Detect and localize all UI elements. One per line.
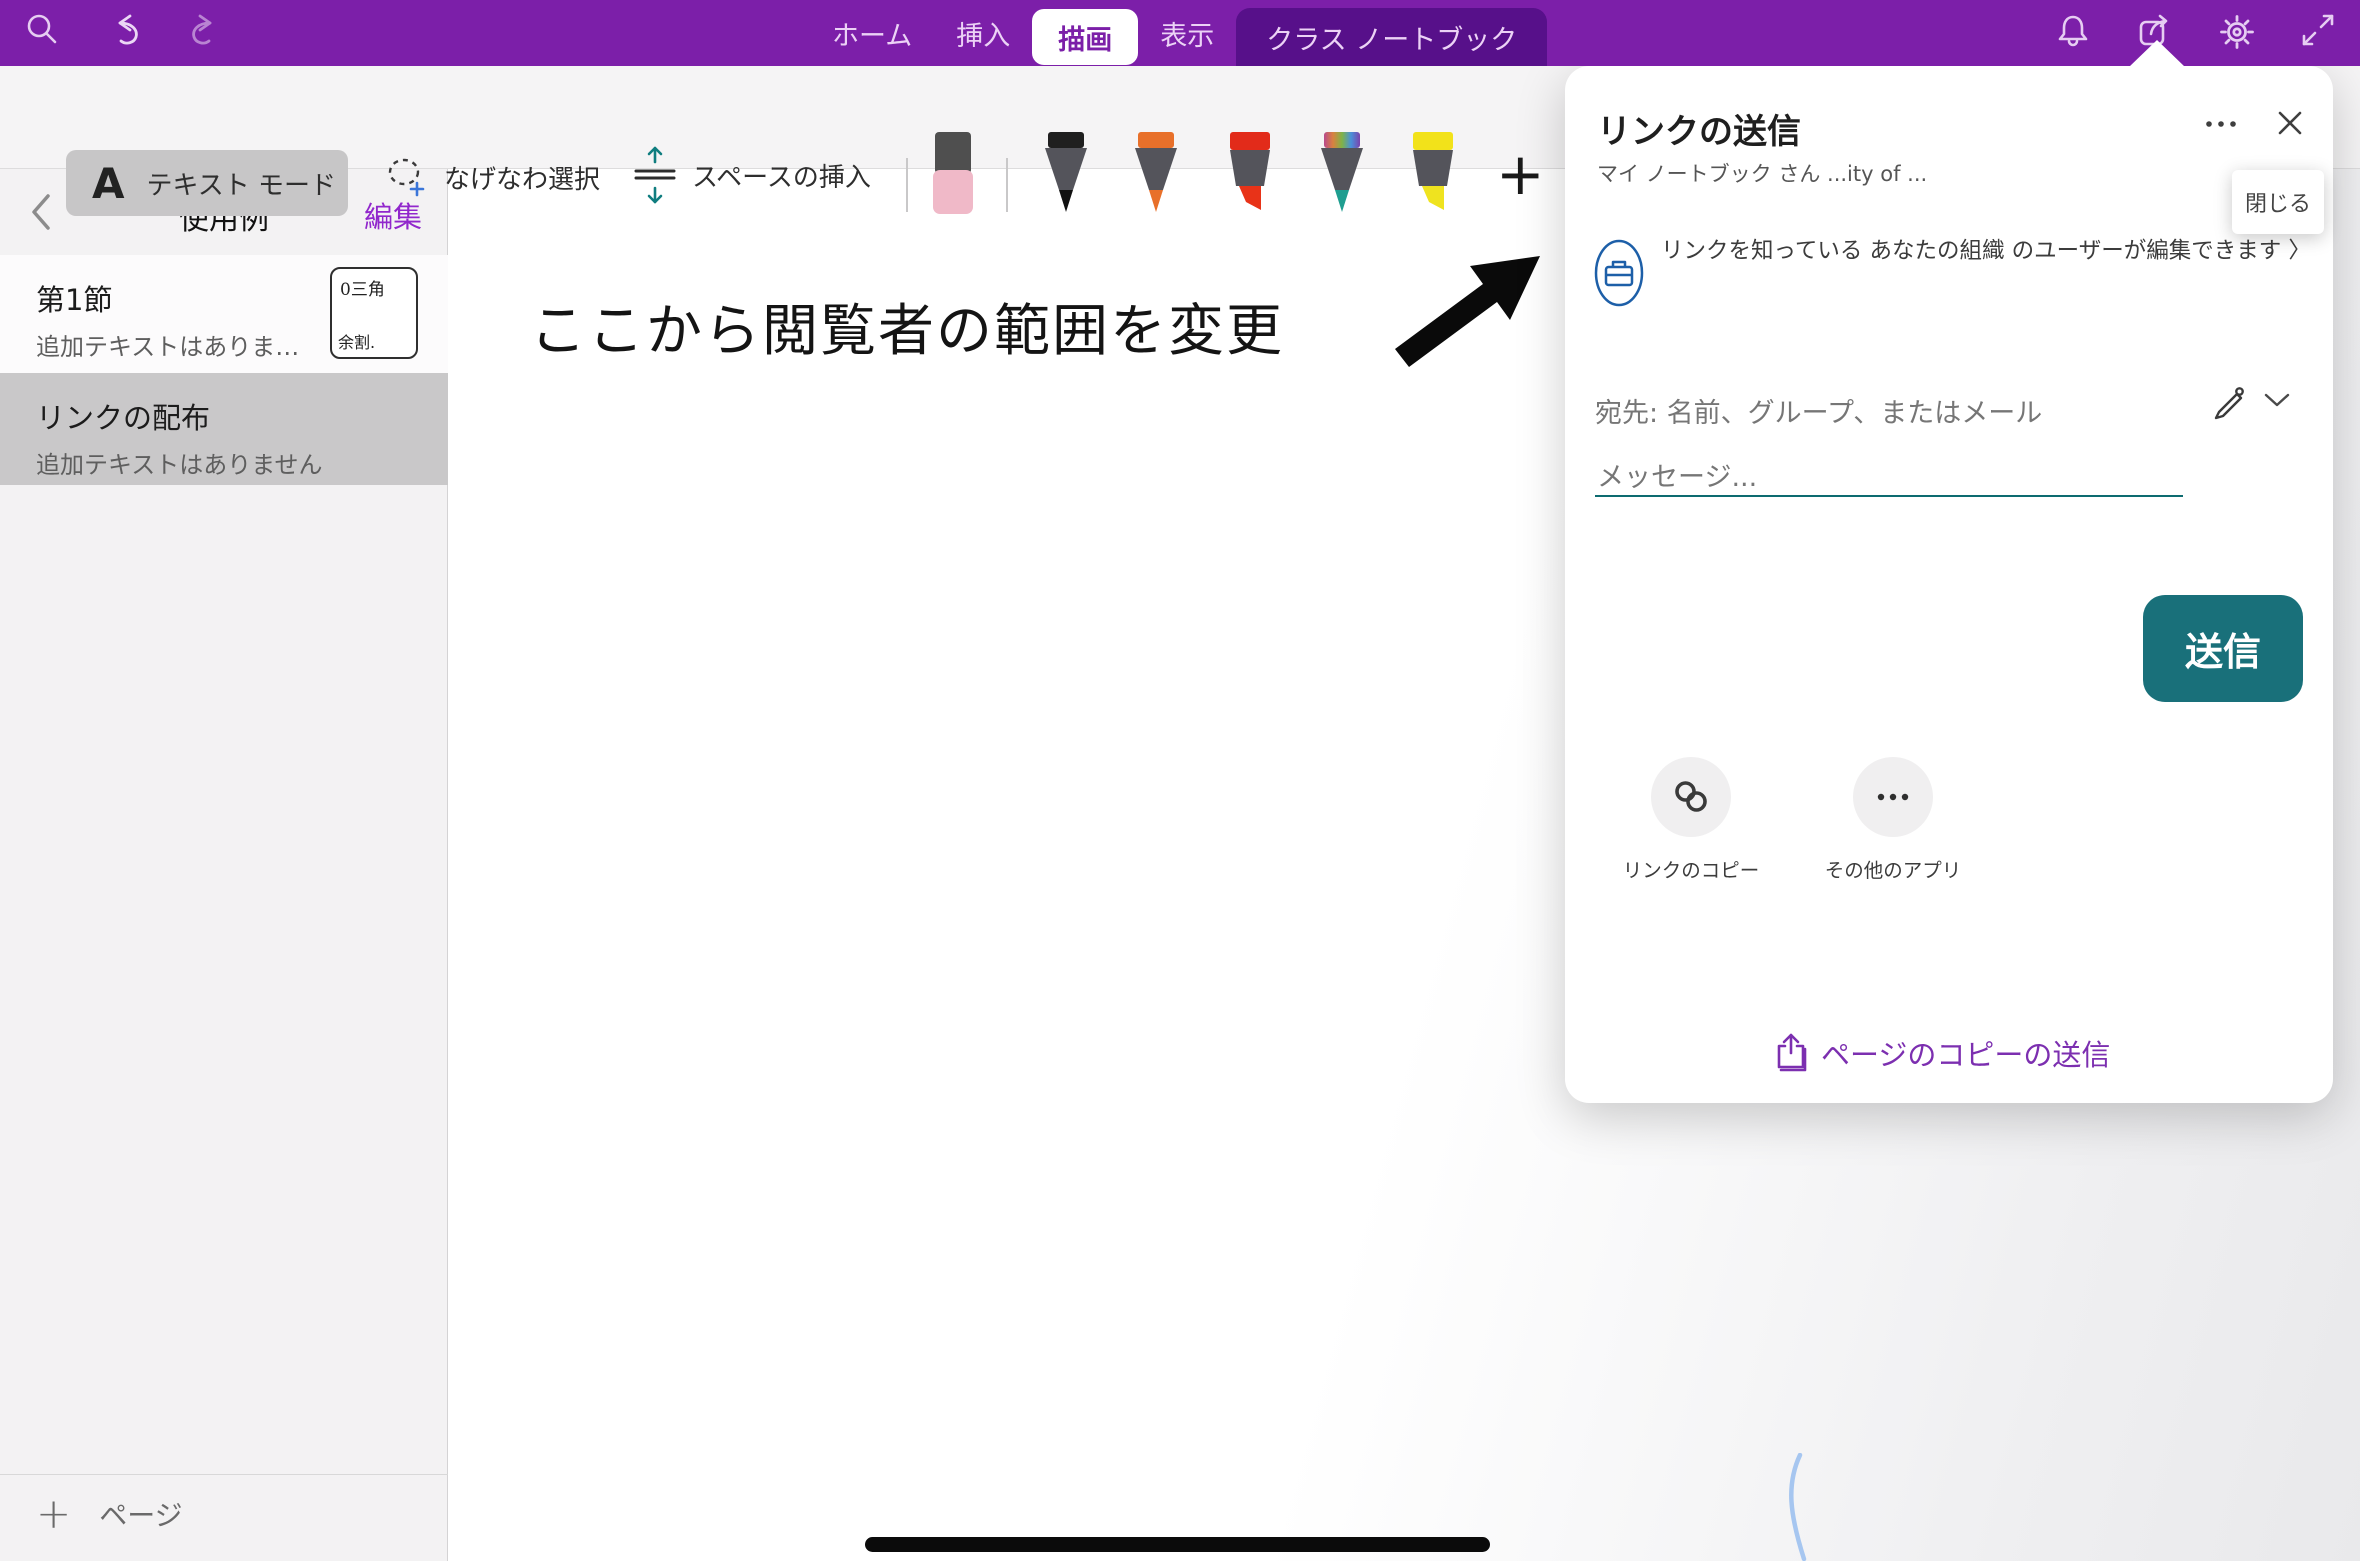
settings-gear-icon[interactable] [2215, 10, 2259, 54]
page-list-item[interactable]: 第1節 追加テキストはありま… 0三角 余割. [0, 255, 448, 373]
undo-icon[interactable] [101, 10, 145, 50]
close-tooltip: 閉じる [2232, 170, 2324, 234]
notebook-subtitle: マイ ノートブック さん ...ity of ... [1597, 158, 1927, 188]
insert-space-button[interactable]: スペースの挿入 [632, 146, 871, 204]
dialog-caret [2129, 40, 2185, 67]
highlighter-yellow-tool[interactable] [1409, 132, 1457, 224]
more-apps-label: その他のアプリ [1783, 854, 2003, 883]
fullscreen-icon[interactable] [2298, 10, 2338, 50]
share-up-icon [1773, 1032, 1809, 1074]
eraser-tool[interactable] [928, 132, 978, 216]
toolbar-divider [1006, 158, 1008, 212]
page-title: 第1節 [36, 277, 112, 319]
tab-draw[interactable]: 描画 [1032, 9, 1138, 65]
copy-link-label: リンクのコピー [1581, 854, 1801, 883]
send-button[interactable]: 送信 [2143, 595, 2303, 702]
note-text: ここから閲覧者の範囲を変更 [530, 286, 1284, 367]
send-link-dialog: リンクの送信 マイ ノートブック さん ...ity of ... リンクを知っ… [1565, 66, 2333, 1103]
tab-view[interactable]: 表示 [1138, 0, 1236, 66]
insert-space-label: スペースの挿入 [692, 157, 871, 194]
plus-icon: + [36, 1493, 71, 1535]
send-page-copy-link[interactable]: ページのコピーの送信 [1773, 1032, 2110, 1074]
more-apps-button[interactable] [1853, 757, 1933, 837]
tab-insert-label: 挿入 [956, 14, 1010, 53]
ink-arrow [1390, 250, 1570, 390]
message-input[interactable] [1595, 448, 2199, 506]
page-subtitle: 追加テキストはありま… [36, 327, 299, 362]
onenote-app: ホーム 挿入 描画 表示 クラス ノートブック A テキスト モード なげなわ選… [0, 0, 2360, 1561]
insert-space-icon [632, 146, 678, 204]
tab-class-notebook[interactable]: クラス ノートブック [1236, 8, 1547, 66]
tab-class-notebook-label: クラス ノートブック [1266, 18, 1517, 57]
tab-draw-label: 描画 [1058, 18, 1112, 57]
copy-link-button[interactable] [1651, 757, 1731, 837]
page-list-item-selected[interactable]: リンクの配布 追加テキストはありません [0, 373, 448, 485]
page-title: リンクの配布 [36, 395, 210, 437]
text-mode-letter: A [92, 159, 125, 208]
page-list-sidebar: 使用例 編集 第1節 追加テキストはありま… 0三角 余割. リンクの配布 追加… [0, 168, 448, 1561]
ink-blue-stroke [1778, 1453, 1808, 1561]
lasso-icon [384, 154, 430, 200]
pen-galaxy-tool[interactable] [1318, 132, 1366, 224]
highlighter-red-tool[interactable] [1226, 132, 1274, 224]
pen-black-tool[interactable] [1042, 132, 1090, 224]
chain-link-icon [1669, 775, 1713, 819]
tab-view-label: 表示 [1160, 14, 1214, 53]
add-pen-button[interactable]: + [1496, 144, 1545, 204]
permission-text: リンクを知っている あなたの組織 のユーザーが編集できます [1661, 238, 2281, 264]
more-options-icon[interactable] [2201, 118, 2241, 130]
edit-button[interactable]: 編集 [364, 194, 422, 236]
chevron-right-icon: 〉 [2288, 238, 2311, 264]
notifications-bell-icon[interactable] [2053, 10, 2093, 52]
permission-setting[interactable]: リンクを知っている あなたの組織 のユーザーが編集できます 〉 [1661, 234, 2313, 269]
pen-orange-tool[interactable] [1132, 132, 1180, 224]
ellipsis-icon [1875, 792, 1911, 802]
toolbar-divider [906, 158, 908, 212]
text-mode-label: テキスト モード [147, 165, 337, 202]
tab-home-label: ホーム [832, 14, 912, 53]
add-page-label: ページ [99, 1494, 182, 1534]
text-mode-button[interactable]: A テキスト モード [66, 150, 348, 216]
page-thumbnail: 0三角 余割. [330, 267, 418, 359]
ribbon-tabs: ホーム 挿入 描画 表示 クラス ノートブック [810, 0, 1547, 66]
lasso-select-button[interactable]: なげなわ選択 [384, 154, 600, 200]
chevron-down-icon[interactable] [2262, 390, 2292, 410]
search-icon[interactable] [22, 10, 62, 50]
send-page-copy-label: ページのコピーの送信 [1821, 1032, 2110, 1074]
close-icon[interactable] [2273, 106, 2307, 140]
dialog-title: リンクの送信 [1597, 104, 1801, 153]
top-app-bar: ホーム 挿入 描画 表示 クラス ノートブック [0, 0, 2360, 66]
redo-icon[interactable] [185, 10, 229, 50]
add-page-button[interactable]: + ページ [36, 1493, 183, 1535]
thumbnail-ink-text: 余割. [338, 329, 375, 353]
page-subtitle: 追加テキストはありません [36, 445, 323, 480]
thumbnail-ink-text: 0三角 [340, 275, 385, 300]
tab-insert[interactable]: 挿入 [934, 0, 1032, 66]
organization-briefcase-icon[interactable] [1593, 238, 1645, 308]
home-indicator[interactable] [865, 1537, 1490, 1552]
sidebar-footer-divider [0, 1474, 448, 1475]
lasso-label: なげなわ選択 [444, 159, 600, 196]
tab-home[interactable]: ホーム [810, 0, 934, 66]
edit-pencil-icon[interactable] [2210, 381, 2250, 421]
